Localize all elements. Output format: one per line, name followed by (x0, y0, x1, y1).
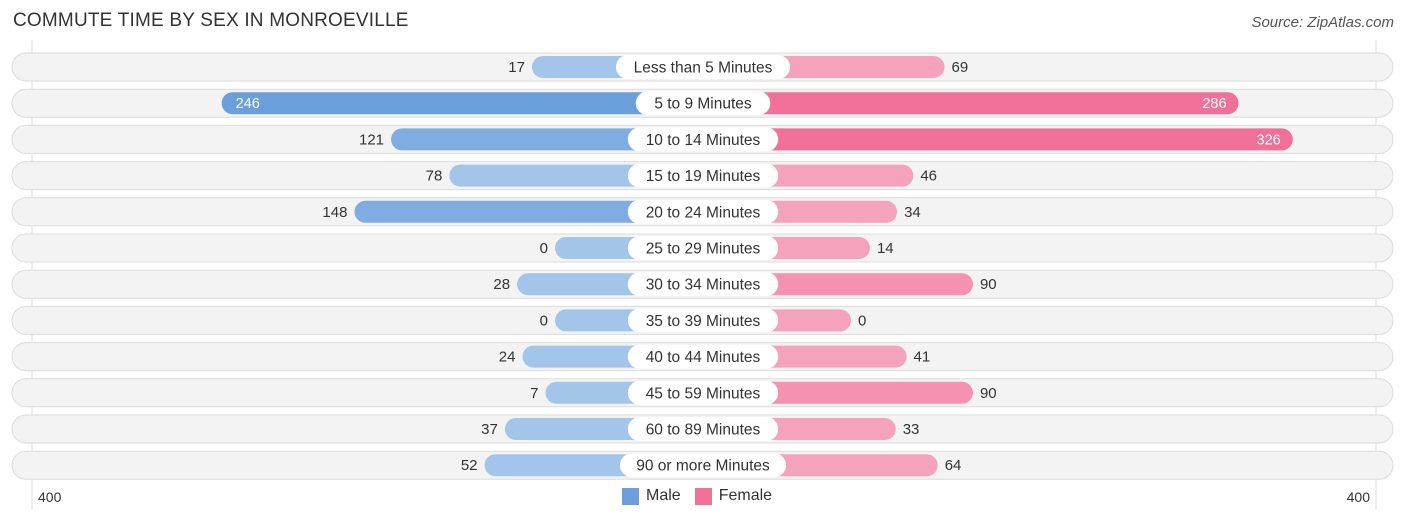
category-label: 5 to 9 Minutes (654, 96, 752, 113)
chart-svg: Less than 5 Minutes17 695 to 9 Minutes246… (11, 40, 1394, 510)
category-label: 20 to 24 Minutes (646, 204, 761, 221)
category-label: Less than 5 Minutes (634, 60, 773, 77)
category-label: 10 to 14 Minutes (646, 132, 761, 149)
chart-root: COMMUTE TIME BY SEX IN MONROEVILLE Sourc… (0, 0, 1406, 522)
value-label-female: 90 (980, 385, 997, 402)
value-label-female: 69 (951, 59, 968, 76)
category-label: 15 to 19 Minutes (646, 168, 761, 185)
value-label-male: 7 (530, 385, 538, 402)
value-label-male: 17 (508, 59, 525, 76)
category-label: 25 to 29 Minutes (646, 241, 761, 258)
value-label-male: 0 (540, 240, 548, 257)
axis-left-label: 400 (38, 489, 62, 505)
value-label-female: 326 (1257, 132, 1281, 148)
value-label-female: 64 (945, 457, 962, 474)
legend-label-female: Female (718, 487, 773, 504)
legend-swatch-male (622, 487, 639, 505)
value-label-female: 46 (920, 168, 937, 185)
value-label-female: 41 (914, 349, 931, 366)
value-label-female: 0 (858, 312, 866, 329)
bar-female (703, 128, 1293, 151)
value-label-female: 33 (903, 421, 920, 438)
value-label-female: 34 (904, 204, 921, 221)
value-label-male: 28 (493, 276, 510, 293)
value-label-male: 121 (359, 131, 384, 148)
value-label-female: 14 (877, 240, 894, 257)
value-label-male: 24 (499, 349, 516, 366)
legend-item-male[interactable]: Male (622, 487, 681, 505)
category-label: 90 or more Minutes (636, 458, 770, 475)
bar-female (703, 92, 1239, 115)
bar-male (221, 92, 704, 115)
legend-swatch-female (694, 487, 712, 505)
category-label: 60 to 89 Minutes (646, 422, 761, 439)
legend-item-female[interactable]: Female (694, 487, 773, 505)
value-label-male: 148 (322, 204, 347, 221)
category-label: 30 to 34 Minutes (646, 277, 761, 294)
value-label-male: 78 (426, 168, 443, 185)
value-label-female: 90 (980, 276, 997, 293)
value-label-male: 246 (236, 96, 260, 112)
category-label: 45 to 59 Minutes (646, 385, 761, 402)
legend: Male Female (622, 487, 772, 505)
axis-right-label: 400 (1346, 489, 1370, 505)
category-label: 35 to 39 Minutes (646, 313, 761, 330)
value-label-male: 52 (461, 457, 478, 474)
value-label-male: 37 (481, 421, 498, 438)
category-label: 40 to 44 Minutes (646, 349, 761, 366)
value-label-male: 0 (540, 312, 548, 329)
value-label-female: 286 (1202, 96, 1226, 112)
legend-label-male: Male (646, 487, 681, 504)
